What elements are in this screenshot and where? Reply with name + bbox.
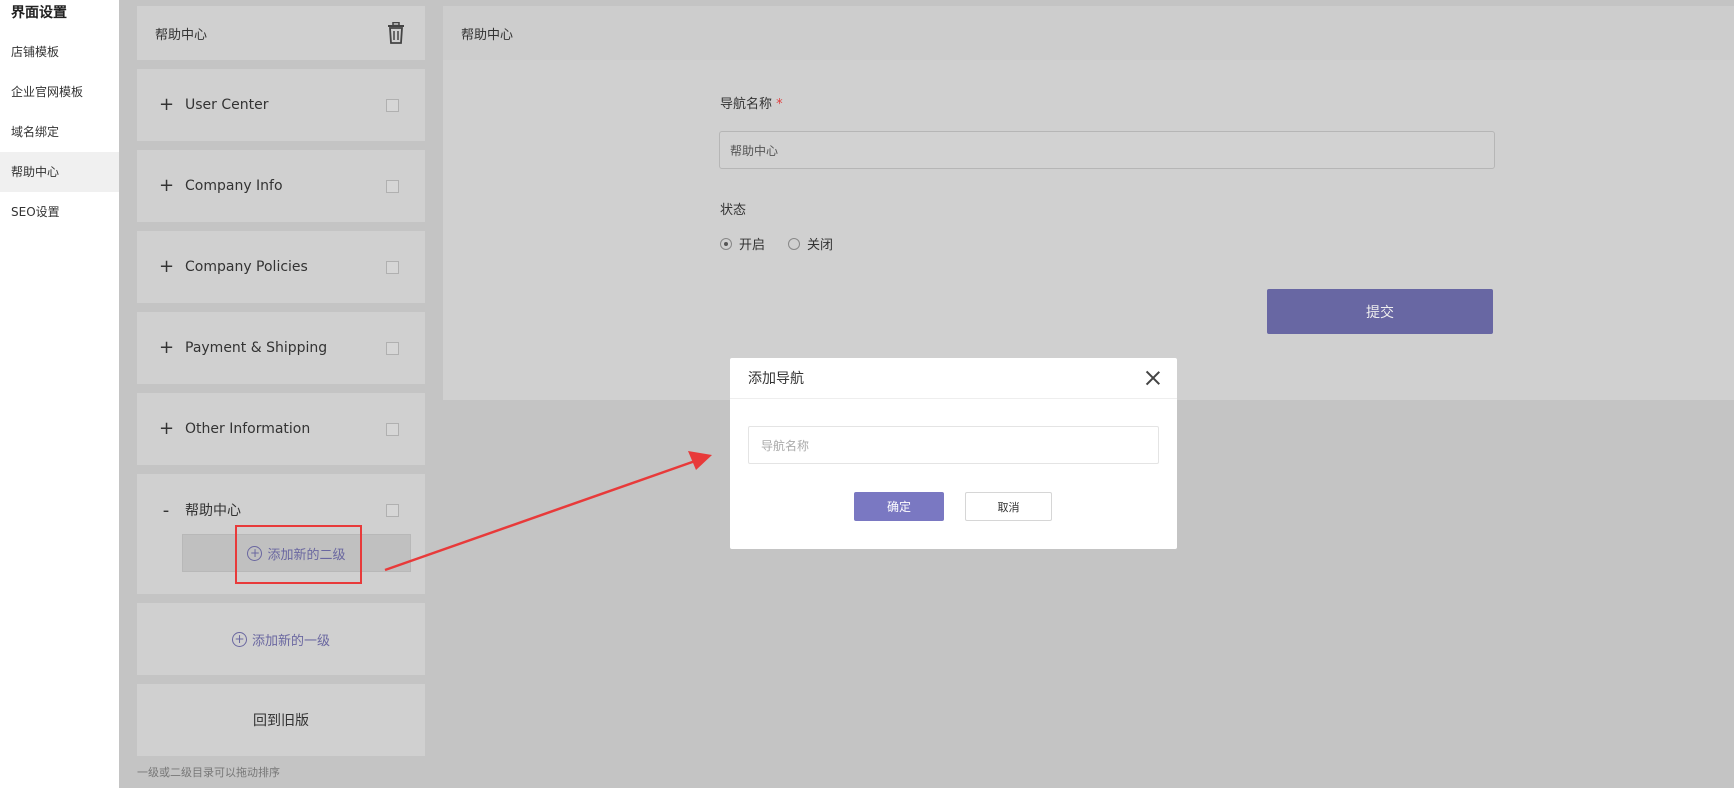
row-checkbox[interactable] xyxy=(386,260,399,274)
add-top-level-label: 添加新的一级 xyxy=(251,633,330,649)
modal-header: 添加导航 xyxy=(730,358,1177,399)
submit-button[interactable]: 提交 xyxy=(1267,289,1493,334)
modal-nav-name-input[interactable]: 导航名称 xyxy=(748,426,1159,464)
expand-icon[interactable]: + xyxy=(159,420,174,438)
nav-row-other-information[interactable]: + Other Information xyxy=(137,393,425,465)
edit-panel-title: 帮助中心 xyxy=(461,27,514,43)
close-icon[interactable] xyxy=(1145,370,1161,386)
confirm-button[interactable]: 确定 xyxy=(854,492,944,521)
drag-sort-hint: 一级或二级目录可以拖动排序 xyxy=(137,766,280,779)
settings-sidebar: 界面设置 店铺模板 企业官网模板 域名绑定 帮助中心 SEO设置 xyxy=(0,0,119,788)
row-checkbox[interactable] xyxy=(386,98,399,112)
trash-icon[interactable] xyxy=(385,22,407,44)
nav-row-company-policies[interactable]: + Company Policies xyxy=(137,231,425,303)
nav-row-label: 帮助中心 xyxy=(185,503,241,519)
expand-icon[interactable]: + xyxy=(159,339,174,357)
modal-title: 添加导航 xyxy=(748,371,804,387)
nav-row-label: Other Information xyxy=(185,421,311,437)
row-checkbox[interactable] xyxy=(386,179,399,193)
nav-tree-title: 帮助中心 xyxy=(155,27,208,43)
cancel-button[interactable]: 取消 xyxy=(965,492,1052,521)
status-radio-group: 开启 关闭 xyxy=(720,234,856,253)
status-label: 状态 xyxy=(720,203,747,218)
expand-icon[interactable]: + xyxy=(159,258,174,276)
nav-row-user-center[interactable]: + User Center xyxy=(137,69,425,141)
nav-tree-header: 帮助中心 xyxy=(137,6,425,60)
expand-icon[interactable]: + xyxy=(159,96,174,114)
edit-panel-header: 帮助中心 xyxy=(443,6,1734,60)
row-checkbox[interactable] xyxy=(386,422,399,436)
sidebar-item-company-site-template[interactable]: 企业官网模板 xyxy=(0,72,119,112)
nav-name-input[interactable]: 帮助中心 xyxy=(719,131,1495,169)
status-radio-on[interactable]: 开启 xyxy=(720,234,765,253)
sidebar-item-seo-settings[interactable]: SEO设置 xyxy=(0,192,119,232)
edit-panel-body xyxy=(443,60,1734,400)
back-to-old-version-button[interactable]: 回到旧版 xyxy=(137,684,425,756)
plus-circle-icon: + xyxy=(231,631,247,647)
nav-row-payment-shipping[interactable]: + Payment & Shipping xyxy=(137,312,425,384)
annotation-highlight-box xyxy=(235,525,362,584)
expand-icon[interactable]: + xyxy=(159,177,174,195)
status-radio-off[interactable]: 关闭 xyxy=(788,234,833,253)
row-checkbox[interactable] xyxy=(386,503,399,517)
add-nav-modal: 添加导航 导航名称 确定 取消 xyxy=(730,358,1177,549)
sidebar-item-store-template[interactable]: 店铺模板 xyxy=(0,32,119,72)
row-checkbox[interactable] xyxy=(386,341,399,355)
nav-name-label: 导航名称 * xyxy=(720,97,783,112)
radio-selected-icon[interactable] xyxy=(720,237,732,250)
add-top-level-button[interactable]: + 添加新的一级 xyxy=(137,603,425,675)
collapse-icon[interactable]: - xyxy=(159,500,173,521)
sidebar-title: 界面设置 xyxy=(11,5,67,21)
sidebar-item-domain-binding[interactable]: 域名绑定 xyxy=(0,112,119,152)
sidebar-item-help-center[interactable]: 帮助中心 xyxy=(0,152,119,192)
nav-row-label: Company Policies xyxy=(185,259,308,275)
nav-row-label: Company Info xyxy=(185,178,283,194)
required-mark: * xyxy=(776,97,783,112)
radio-unselected-icon[interactable] xyxy=(788,237,801,250)
nav-row-label: User Center xyxy=(185,97,269,113)
nav-row-company-info[interactable]: + Company Info xyxy=(137,150,425,222)
nav-row-label: Payment & Shipping xyxy=(185,340,328,356)
